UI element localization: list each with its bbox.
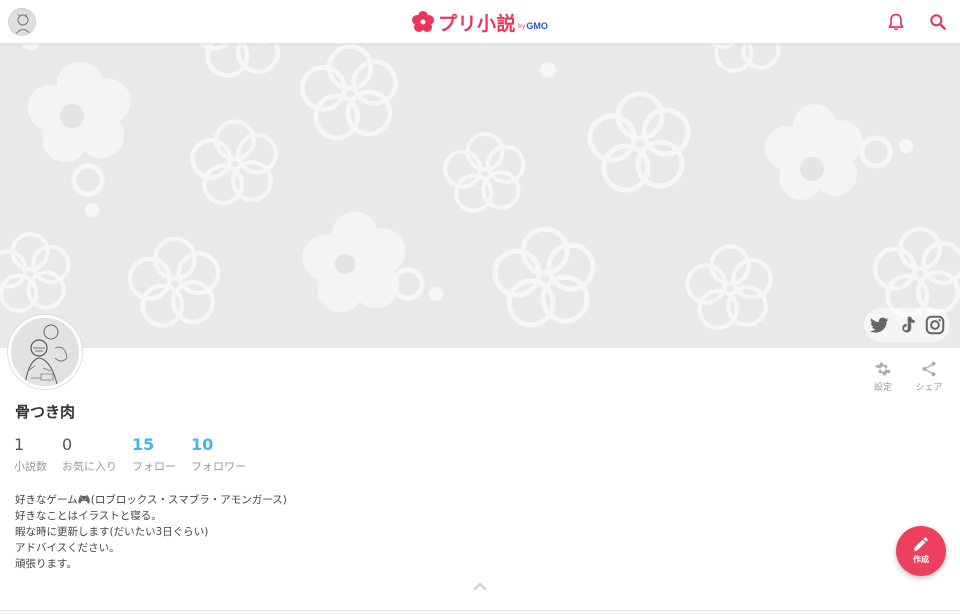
stat-label: フォロー [132, 460, 176, 473]
share-label: シェア [915, 383, 943, 393]
share-icon [922, 361, 936, 377]
stat-label: お気に入り [62, 460, 117, 473]
profile-bio: 好きなゲーム🎮(ロブロックス・スマブラ・アモンガース) 好きなことはイラストと寝… [15, 492, 287, 572]
username: 骨つき肉 [15, 403, 76, 421]
stat-value: 0 [62, 435, 73, 454]
settings-label: 設定 [873, 383, 892, 393]
bio-line: 暇な時に更新します(だいたい3日ぐらい) [15, 526, 209, 538]
stat-value: 1 [14, 435, 25, 454]
logo-by: by [518, 22, 526, 30]
header-avatar[interactable] [8, 8, 36, 36]
divider [0, 610, 960, 611]
pencil-icon [914, 537, 928, 551]
bell-icon[interactable] [886, 12, 906, 32]
logo-gmo: GMO [526, 20, 548, 31]
bio-line: 好きなゲーム🎮(ロブロックス・スマブラ・アモンガース) [15, 494, 287, 506]
social-links [864, 308, 950, 342]
stat-label: フォロワー [191, 460, 246, 473]
stat-value: 10 [191, 435, 214, 454]
create-button[interactable]: 作成 [896, 526, 946, 576]
search-icon[interactable] [928, 12, 948, 32]
bio-line: 頑張ります。 [15, 558, 77, 570]
stat-value: 15 [132, 435, 155, 454]
avatar-sketch-icon [11, 318, 79, 386]
logo-text: プリ小説 [438, 12, 517, 35]
stat-following[interactable]: 15 フォロー [132, 435, 176, 474]
cover-pattern [0, 44, 960, 348]
bio-line: 好きなことはイラストと寝る。 [15, 510, 162, 522]
profile-cover [0, 44, 960, 348]
stat-novels[interactable]: 1 小説数 [14, 435, 47, 474]
twitter-icon[interactable] [868, 314, 890, 336]
gear-icon [875, 362, 891, 376]
site-logo[interactable]: プリ小説 by GMO [412, 10, 548, 35]
stat-followers[interactable]: 10 フォロワー [191, 435, 246, 474]
stat-label: 小説数 [14, 460, 47, 473]
flower-logo-icon [412, 11, 434, 32]
settings-button[interactable]: 設定 [863, 360, 903, 393]
create-label: 作成 [913, 555, 929, 564]
tiktok-icon[interactable] [896, 314, 918, 336]
bio-line: アドバイスください。 [15, 542, 120, 554]
top-header: プリ小説 by GMO [0, 0, 960, 44]
instagram-icon[interactable] [924, 314, 946, 336]
stat-favorites[interactable]: 0 お気に入り [62, 435, 117, 474]
avatar-sketch-icon [9, 9, 35, 35]
chevron-up-icon[interactable] [472, 580, 488, 592]
share-button[interactable]: シェア [909, 360, 949, 393]
profile-stats: 1 小説数 0 お気に入り 15 フォロー 10 フォロワー [14, 435, 261, 474]
profile-avatar[interactable] [8, 315, 82, 389]
